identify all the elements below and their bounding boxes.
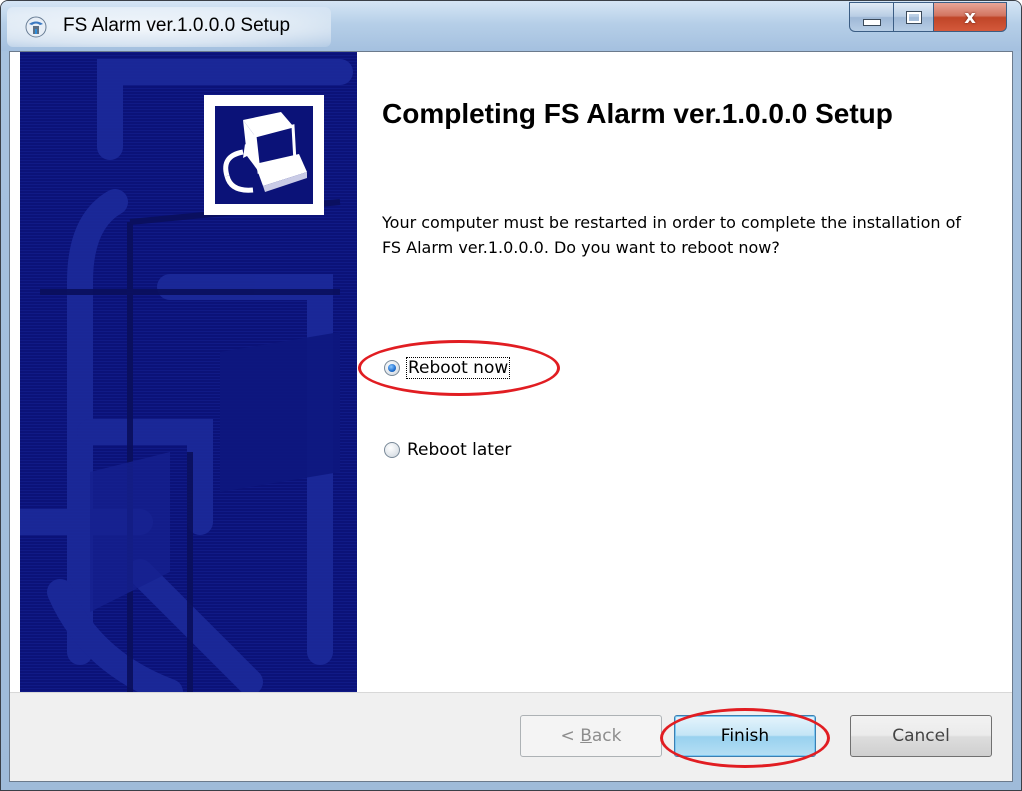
close-icon: x [964, 6, 976, 28]
page-title: Completing FS Alarm ver.1.0.0.0 Setup [382, 98, 893, 129]
back-button-prefix: < [560, 726, 581, 746]
installer-window: FS Alarm ver.1.0.0.0 Setup x Completing … [0, 0, 1022, 791]
window-title: FS Alarm ver.1.0.0.0 Setup [63, 15, 291, 36]
installer-icon [215, 106, 313, 204]
minimize-button[interactable] [849, 2, 893, 32]
reboot-now-option[interactable]: Reboot now [384, 357, 511, 379]
computer-install-icon [223, 112, 307, 193]
reboot-now-label[interactable]: Reboot now [405, 357, 511, 379]
reboot-description: Your computer must be restarted in order… [382, 213, 962, 257]
wizard-side-banner [20, 52, 357, 692]
reboot-later-label[interactable]: Reboot later [407, 440, 511, 460]
maximize-button[interactable] [893, 2, 933, 32]
cancel-button-label: Cancel [892, 726, 950, 746]
title-bar[interactable]: FS Alarm ver.1.0.0.0 Setup x [1, 1, 1021, 51]
cancel-button[interactable]: Cancel [850, 715, 992, 757]
reboot-later-radio[interactable] [384, 442, 400, 458]
caption-buttons: x [849, 2, 1007, 32]
back-button-rest: ack [591, 726, 622, 746]
back-button-accel: B [580, 726, 592, 746]
wizard-footer: < Back Finish Cancel [10, 692, 1012, 781]
reboot-now-radio[interactable] [384, 360, 400, 376]
back-button[interactable]: < Back [520, 715, 662, 757]
close-button[interactable]: x [933, 2, 1007, 32]
minimize-icon [862, 18, 881, 26]
dialog-client: Completing FS Alarm ver.1.0.0.0 Setup Yo… [9, 51, 1013, 782]
finish-button[interactable]: Finish [674, 715, 816, 757]
maximize-icon [906, 11, 921, 23]
finish-button-label: Finish [720, 726, 770, 746]
setup-app-icon [25, 16, 47, 38]
installer-icon-frame [204, 95, 324, 215]
wizard-content: Completing FS Alarm ver.1.0.0.0 Setup Yo… [358, 52, 1012, 692]
reboot-later-option[interactable]: Reboot later [384, 440, 511, 460]
